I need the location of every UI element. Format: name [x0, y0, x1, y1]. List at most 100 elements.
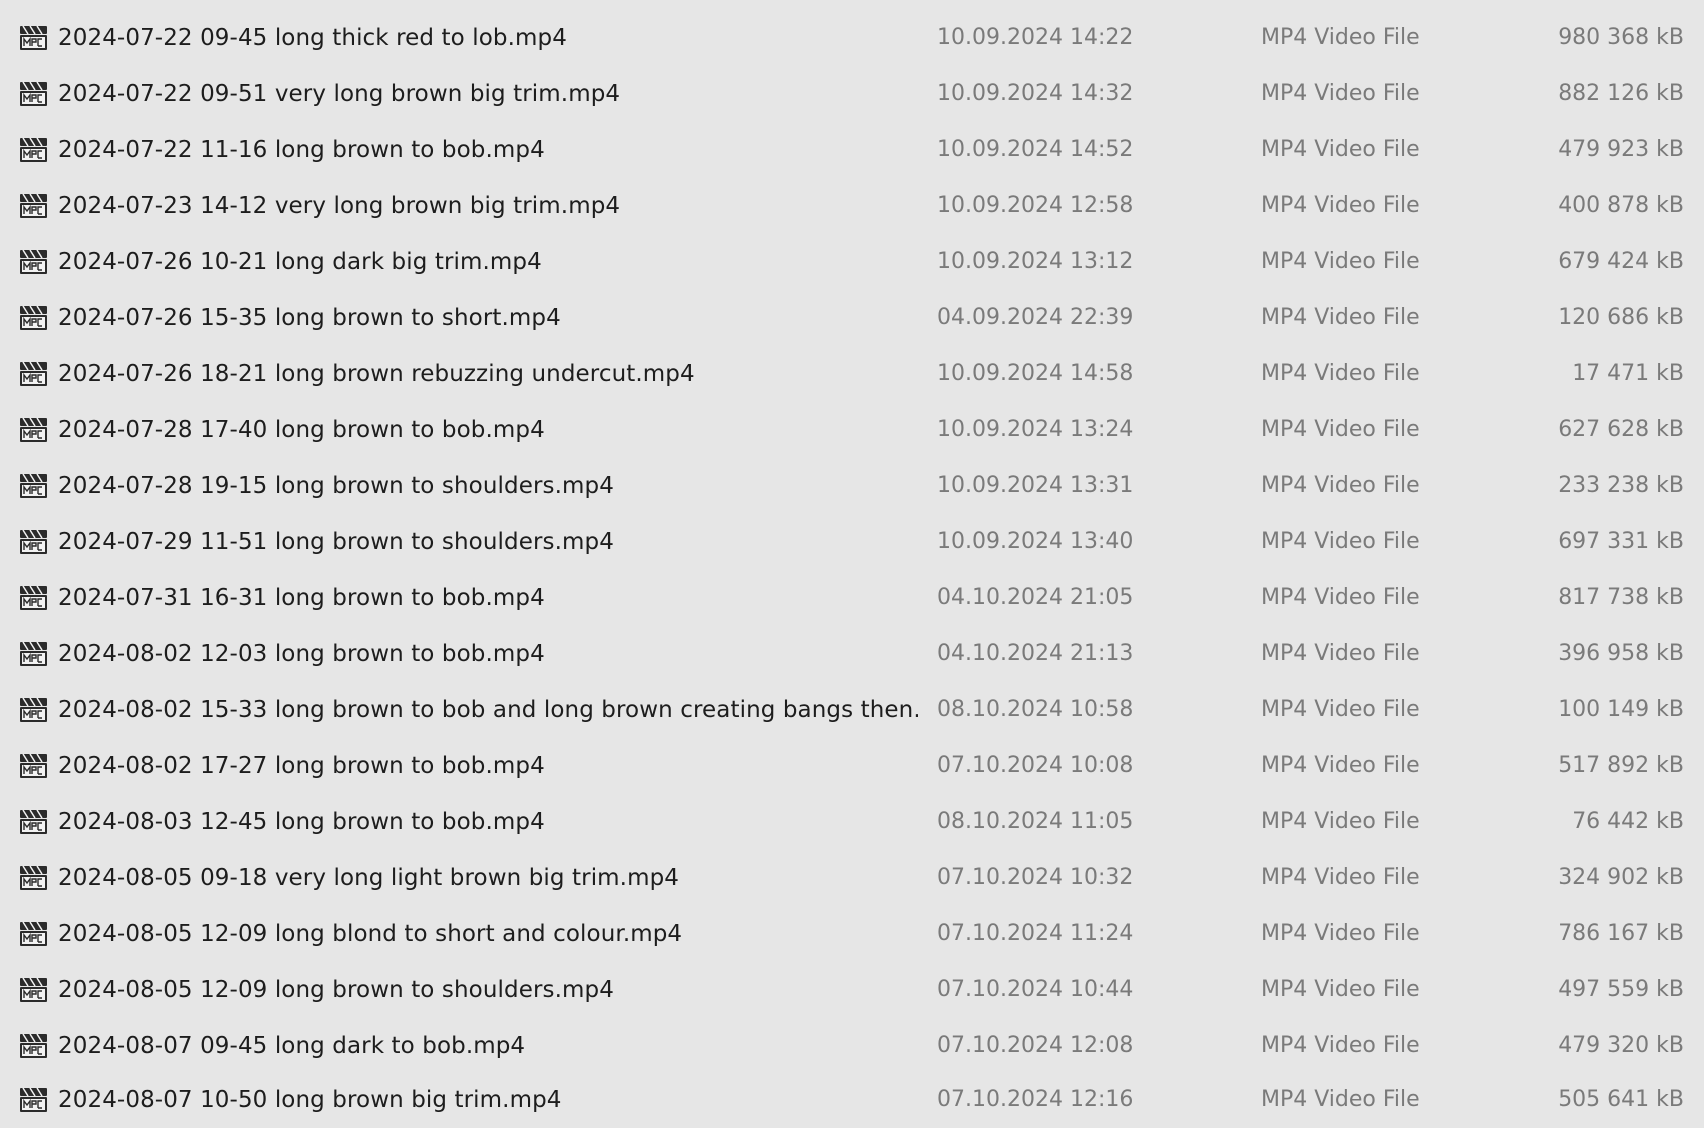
file-modified-date: 10.09.2024 14:58 [937, 361, 1134, 386]
file-name: 2024-07-22 09-51 very long brown big tri… [58, 81, 621, 107]
file-modified-date: 10.09.2024 13:12 [937, 249, 1134, 274]
file-row[interactable]: 2024-07-23 14-12 very long brown big tri… [0, 178, 1704, 234]
file-name: 2024-07-26 18-21 long brown rebuzzing un… [58, 361, 695, 387]
file-modified-date: 07.10.2024 12:16 [937, 1087, 1134, 1112]
file-size: 980 368 kB [1558, 25, 1684, 50]
file-size: 479 923 kB [1558, 137, 1684, 162]
video-clapperboard-icon [20, 25, 47, 50]
file-row[interactable]: 2024-08-02 15-33 long brown to bob and l… [0, 682, 1704, 738]
file-modified-date: 04.10.2024 21:13 [937, 641, 1134, 666]
file-row[interactable]: 2024-07-22 11-16 long brown to bob.mp4 1… [0, 122, 1704, 178]
file-size: 17 471 kB [1572, 361, 1684, 386]
file-list: 2024-07-22 09-45 long thick red to lob.m… [0, 0, 1704, 1128]
file-name: 2024-08-02 15-33 long brown to bob and l… [58, 697, 918, 723]
file-row[interactable]: 2024-08-07 10-50 long brown big trim.mp4… [0, 1072, 1704, 1128]
file-row[interactable]: 2024-07-28 17-40 long brown to bob.mp4 1… [0, 402, 1704, 458]
file-modified-date: 07.10.2024 10:08 [937, 753, 1134, 778]
file-row[interactable]: 2024-07-26 10-21 long dark big trim.mp4 … [0, 234, 1704, 290]
file-name: 2024-07-28 19-15 long brown to shoulders… [58, 473, 614, 499]
file-row[interactable]: 2024-08-05 12-09 long blond to short and… [0, 906, 1704, 962]
video-clapperboard-icon [20, 529, 47, 554]
file-row[interactable]: 2024-08-03 12-45 long brown to bob.mp4 0… [0, 794, 1704, 850]
file-row[interactable]: 2024-08-07 09-45 long dark to bob.mp4 07… [0, 1018, 1704, 1074]
file-name: 2024-07-22 11-16 long brown to bob.mp4 [58, 137, 545, 163]
file-modified-date: 07.10.2024 12:08 [937, 1033, 1134, 1058]
file-modified-date: 10.09.2024 12:58 [937, 193, 1134, 218]
video-clapperboard-icon [20, 697, 47, 722]
file-size: 627 628 kB [1558, 417, 1684, 442]
file-row[interactable]: 2024-07-29 11-51 long brown to shoulders… [0, 514, 1704, 570]
file-row[interactable]: 2024-07-26 15-35 long brown to short.mp4… [0, 290, 1704, 346]
file-row[interactable]: 2024-08-02 17-27 long brown to bob.mp4 0… [0, 738, 1704, 794]
file-name: 2024-07-26 15-35 long brown to short.mp4 [58, 305, 561, 331]
file-size: 233 238 kB [1558, 473, 1684, 498]
file-size: 120 686 kB [1558, 305, 1684, 330]
file-size: 497 559 kB [1558, 977, 1684, 1002]
file-name: 2024-08-05 12-09 long blond to short and… [58, 921, 683, 947]
video-clapperboard-icon [20, 865, 47, 890]
video-clapperboard-icon [20, 305, 47, 330]
video-clapperboard-icon [20, 249, 47, 274]
video-clapperboard-icon [20, 977, 47, 1002]
video-clapperboard-icon [20, 361, 47, 386]
file-modified-date: 10.09.2024 13:40 [937, 529, 1134, 554]
file-modified-date: 08.10.2024 11:05 [937, 809, 1134, 834]
file-size: 882 126 kB [1558, 81, 1684, 106]
video-clapperboard-icon [20, 809, 47, 834]
file-modified-date: 10.09.2024 14:52 [937, 137, 1134, 162]
file-size: 679 424 kB [1558, 249, 1684, 274]
file-size: 76 442 kB [1572, 809, 1684, 834]
file-size: 400 878 kB [1558, 193, 1684, 218]
file-name: 2024-08-02 17-27 long brown to bob.mp4 [58, 753, 545, 779]
file-size: 697 331 kB [1558, 529, 1684, 554]
video-clapperboard-icon [20, 921, 47, 946]
file-row[interactable]: 2024-07-22 09-51 very long brown big tri… [0, 66, 1704, 122]
file-name: 2024-07-31 16-31 long brown to bob.mp4 [58, 585, 545, 611]
file-modified-date: 08.10.2024 10:58 [937, 697, 1134, 722]
file-size: 817 738 kB [1558, 585, 1684, 610]
file-modified-date: 07.10.2024 11:24 [937, 921, 1134, 946]
file-size: 479 320 kB [1558, 1033, 1684, 1058]
file-modified-date: 04.10.2024 21:05 [937, 585, 1134, 610]
video-clapperboard-icon [20, 1033, 47, 1058]
video-clapperboard-icon [20, 473, 47, 498]
file-modified-date: 10.09.2024 14:22 [937, 25, 1134, 50]
file-name: 2024-07-22 09-45 long thick red to lob.m… [58, 25, 567, 51]
file-row[interactable]: 2024-07-31 16-31 long brown to bob.mp4 0… [0, 570, 1704, 626]
video-clapperboard-icon [20, 641, 47, 666]
file-row[interactable]: 2024-08-02 12-03 long brown to bob.mp4 0… [0, 626, 1704, 682]
file-name: 2024-07-28 17-40 long brown to bob.mp4 [58, 417, 545, 443]
file-row[interactable]: 2024-08-05 09-18 very long light brown b… [0, 850, 1704, 906]
file-row[interactable]: 2024-07-22 09-45 long thick red to lob.m… [0, 10, 1704, 66]
file-modified-date: 10.09.2024 13:31 [937, 473, 1134, 498]
file-name: 2024-07-23 14-12 very long brown big tri… [58, 193, 621, 219]
file-name: 2024-08-07 09-45 long dark to bob.mp4 [58, 1033, 526, 1059]
file-row[interactable]: 2024-07-26 18-21 long brown rebuzzing un… [0, 346, 1704, 402]
file-name: 2024-08-03 12-45 long brown to bob.mp4 [58, 809, 545, 835]
file-row[interactable]: 2024-08-05 12-09 long brown to shoulders… [0, 962, 1704, 1018]
file-row[interactable]: 2024-07-28 19-15 long brown to shoulders… [0, 458, 1704, 514]
file-modified-date: 10.09.2024 13:24 [937, 417, 1134, 442]
file-modified-date: 07.10.2024 10:44 [937, 977, 1134, 1002]
file-size: 324 902 kB [1558, 865, 1684, 890]
file-name: 2024-08-05 09-18 very long light brown b… [58, 865, 680, 891]
video-clapperboard-icon [20, 753, 47, 778]
file-name: 2024-08-07 10-50 long brown big trim.mp4 [58, 1087, 562, 1113]
file-modified-date: 10.09.2024 14:32 [937, 81, 1134, 106]
file-modified-date: 04.09.2024 22:39 [937, 305, 1134, 330]
video-clapperboard-icon [20, 137, 47, 162]
file-size: 517 892 kB [1558, 753, 1684, 778]
file-name: 2024-08-05 12-09 long brown to shoulders… [58, 977, 614, 1003]
file-name: 2024-08-02 12-03 long brown to bob.mp4 [58, 641, 545, 667]
file-size: 396 958 kB [1558, 641, 1684, 666]
video-clapperboard-icon [20, 1087, 47, 1112]
file-modified-date: 07.10.2024 10:32 [937, 865, 1134, 890]
file-size: 786 167 kB [1558, 921, 1684, 946]
video-clapperboard-icon [20, 193, 47, 218]
video-clapperboard-icon [20, 81, 47, 106]
video-clapperboard-icon [20, 417, 47, 442]
video-clapperboard-icon [20, 585, 47, 610]
file-size: 100 149 kB [1558, 697, 1684, 722]
file-name: 2024-07-26 10-21 long dark big trim.mp4 [58, 249, 542, 275]
file-name: 2024-07-29 11-51 long brown to shoulders… [58, 529, 614, 555]
